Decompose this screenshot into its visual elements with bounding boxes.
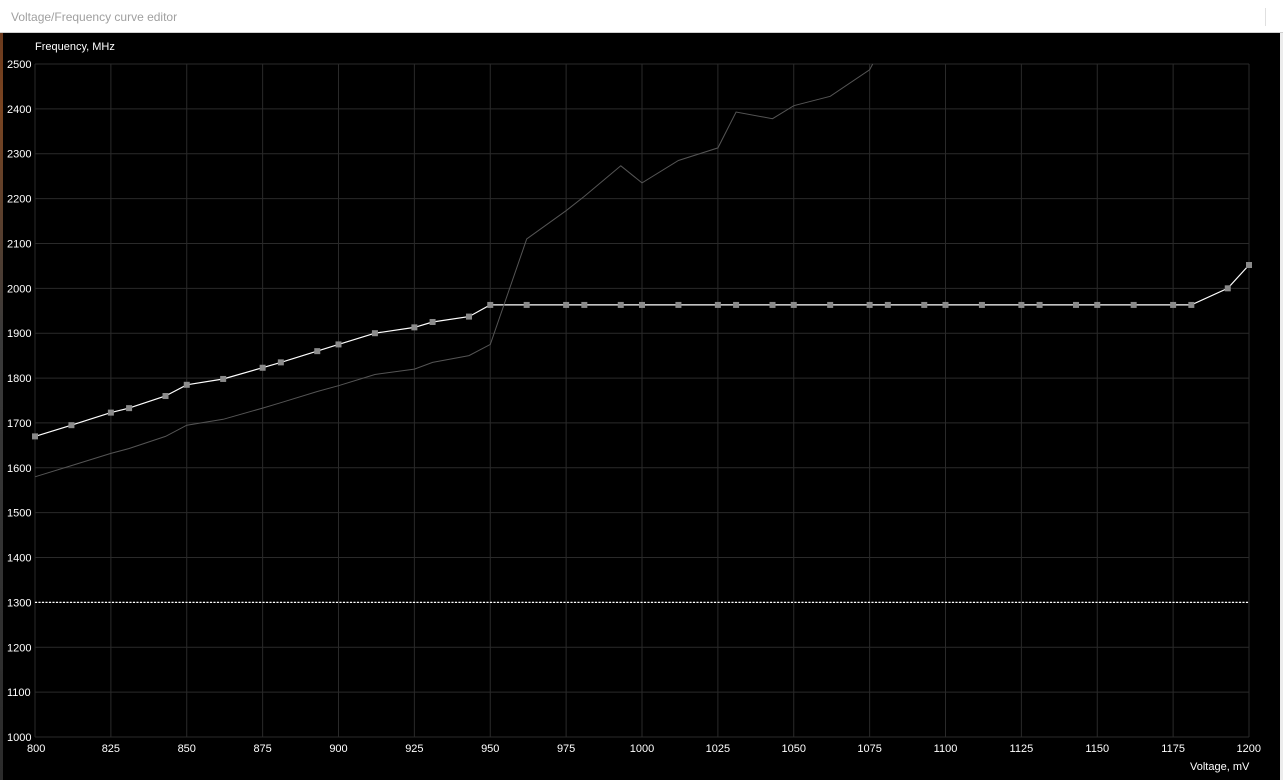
y-tick-label: 1700 (7, 418, 31, 430)
curve-point-handle[interactable] (32, 433, 38, 440)
y-tick-label: 1900 (7, 328, 31, 340)
y-tick-label: 1100 (7, 687, 31, 699)
curve-point-handle[interactable] (314, 348, 321, 355)
x-tick-label: 1050 (782, 743, 806, 755)
y-tick-label: 1400 (7, 553, 31, 565)
curve-point-handle[interactable] (1224, 285, 1231, 292)
curve-point-handle[interactable] (68, 422, 75, 429)
curve-point-handle[interactable] (523, 301, 530, 308)
curve-point-handle[interactable] (942, 301, 949, 308)
x-tick-label: 1100 (934, 743, 958, 755)
y-tick-label: 2100 (7, 238, 31, 250)
curve-point-handle[interactable] (563, 301, 570, 308)
curve-point-handle[interactable] (1170, 301, 1177, 308)
x-tick-label: 950 (481, 743, 499, 755)
x-tick-label: 925 (405, 743, 423, 755)
curve-point-handle[interactable] (581, 301, 588, 308)
y-tick-label: 2000 (7, 283, 31, 295)
x-tick-label: 800 (27, 743, 45, 755)
curve-point-handle[interactable] (884, 301, 891, 308)
curve-point-handle[interactable] (769, 301, 776, 308)
curve-point-handle[interactable] (978, 301, 985, 308)
y-tick-label: 1600 (7, 463, 31, 475)
x-tick-label: 1025 (706, 743, 730, 755)
curve-point-handle[interactable] (714, 301, 721, 308)
curve-point-handle[interactable] (866, 301, 873, 308)
curve-point-handle[interactable] (183, 381, 190, 388)
y-tick-label: 2400 (7, 104, 31, 116)
x-tick-label: 1125 (1010, 743, 1034, 755)
curve-point-handle[interactable] (617, 301, 624, 308)
curve-point-handle[interactable] (675, 301, 682, 308)
y-tick-labels: 1000110012001300140015001600170018001900… (7, 59, 31, 744)
y-tick-label: 1500 (7, 508, 31, 520)
curve-point-handle[interactable] (107, 409, 114, 416)
curve-point-handle[interactable] (1036, 301, 1043, 308)
x-tick-label: 1000 (630, 743, 654, 755)
x-tick-label: 975 (557, 743, 575, 755)
curve-point-handle[interactable] (411, 324, 418, 331)
curve-point-handle[interactable] (921, 301, 928, 308)
curve-point-handle[interactable] (466, 313, 473, 320)
y-tick-label: 2300 (7, 149, 31, 161)
curve-point-handle[interactable] (335, 341, 342, 348)
x-tick-label: 825 (102, 743, 120, 755)
curve-point-handle[interactable] (429, 318, 436, 325)
vf-curve-chart[interactable]: 1000 1100 1200 1300 1400 1500 1600 1700 1800 1900… (0, 0, 1283, 780)
x-tick-label: 1075 (857, 743, 881, 755)
curve-point-handle[interactable] (733, 301, 740, 308)
curve-point-handle[interactable] (259, 364, 266, 371)
x-tick-label: 875 (253, 743, 271, 755)
curve-point-handle[interactable] (126, 405, 133, 412)
curve-point-handle[interactable] (371, 330, 378, 337)
x-tick-label: 900 (329, 743, 347, 755)
curve-point-handle[interactable] (790, 301, 797, 308)
x-tick-label: 1175 (1161, 743, 1185, 755)
y-tick-label: 1300 (7, 597, 31, 609)
curve-point-handle[interactable] (1018, 301, 1025, 308)
curve-point-handle[interactable] (162, 393, 169, 400)
y-tick-label: 1800 (7, 373, 31, 385)
curve-point-handle[interactable] (1130, 301, 1137, 308)
x-tick-label: 1150 (1085, 743, 1109, 755)
curve-point-handle[interactable] (827, 301, 834, 308)
y-tick-label: 2200 (7, 194, 31, 206)
curve-point-handle[interactable] (487, 301, 494, 308)
curve-point-handle[interactable] (277, 359, 284, 366)
curve-point-handle[interactable] (1188, 301, 1195, 308)
x-tick-labels: 800 825 850 875 900 925 950 975 1000 1025 1050 1075… (27, 743, 1261, 755)
y-tick-label: 1200 (7, 642, 31, 654)
curve-point-handle[interactable] (1246, 262, 1252, 269)
x-tick-label: 850 (178, 743, 196, 755)
curve-point-handle[interactable] (220, 375, 227, 382)
curve-point-handle[interactable] (1094, 301, 1101, 308)
x-tick-label: 1200 (1237, 743, 1261, 755)
y-tick-label: 2500 (7, 59, 31, 71)
curve-point-handle[interactable] (1073, 301, 1080, 308)
curve-point-handle[interactable] (639, 301, 645, 308)
chart-grid (34, 63, 1250, 738)
